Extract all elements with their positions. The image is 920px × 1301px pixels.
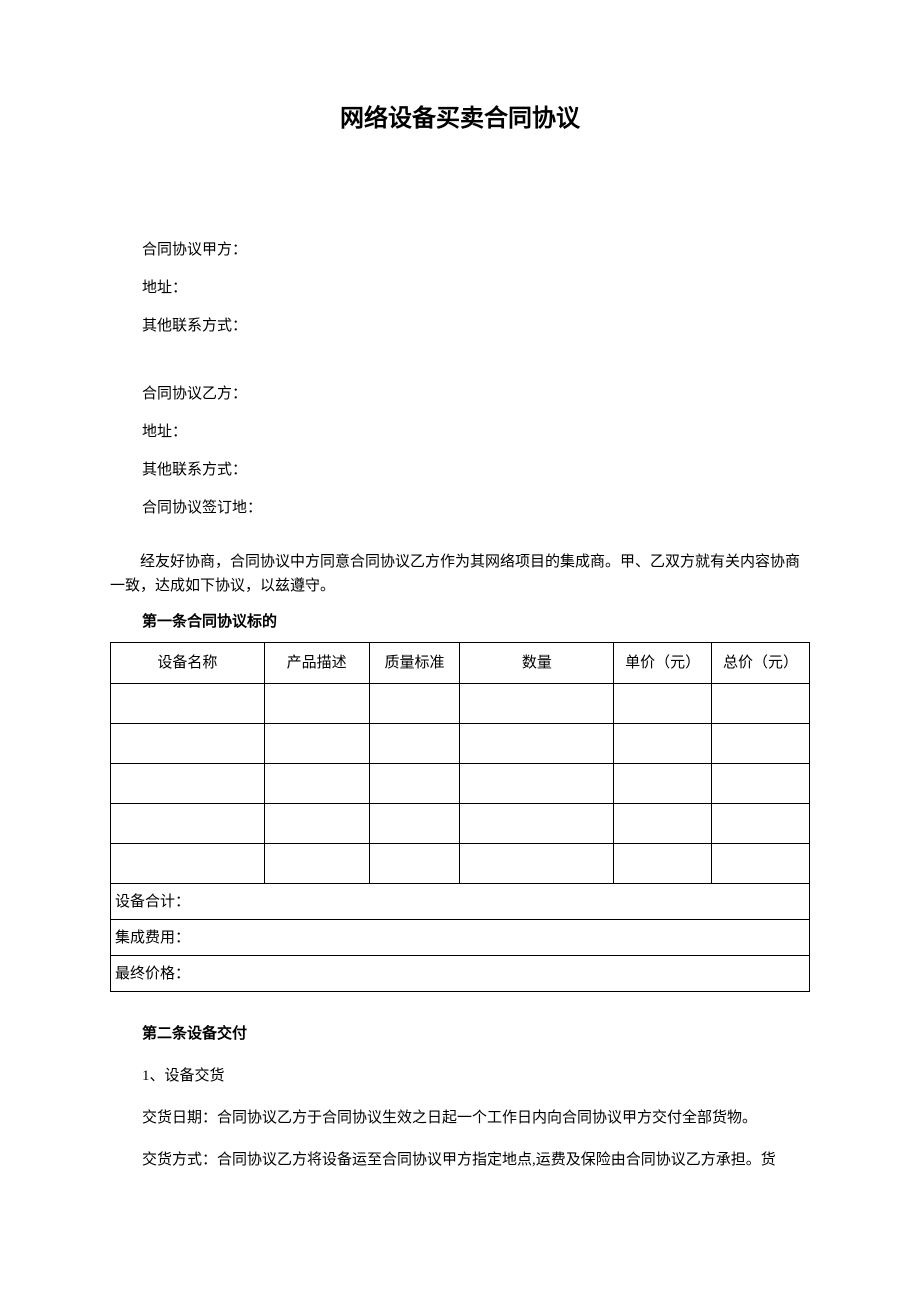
table-row (111, 844, 810, 884)
cell (712, 764, 810, 804)
field-address-a: 地址： (110, 276, 810, 300)
cell (264, 844, 369, 884)
delivery-date-para: 交货日期：合同协议乙方于合同协议生效之日起一个工作日内向合同协议甲方交付全部货物… (110, 1106, 810, 1130)
field-party-b: 合同协议乙方： (110, 382, 810, 406)
cell (614, 764, 712, 804)
header-unit-price: 单价（元） (614, 643, 712, 684)
delivery-method-para: 交货方式：合同协议乙方将设备运至合同协议甲方指定地点,运费及保险由合同协议乙方承… (110, 1148, 810, 1172)
cell (111, 764, 265, 804)
cell (460, 804, 614, 844)
section-1-heading: 第一条合同协议标的 (110, 610, 810, 634)
cell (264, 764, 369, 804)
summary-row-total: 设备合计： (111, 884, 810, 920)
cell (369, 724, 460, 764)
cell (614, 724, 712, 764)
table-header-row: 设备名称 产品描述 质量标准 数量 单价（元） 总价（元） (111, 643, 810, 684)
equipment-table: 设备名称 产品描述 质量标准 数量 单价（元） 总价（元） (110, 642, 810, 992)
section-2-item-1: 1、设备交货 (110, 1064, 810, 1088)
equipment-total: 设备合计： (111, 884, 810, 920)
document-title: 网络设备买卖合同协议 (110, 100, 810, 138)
field-sign-place: 合同协议签订地： (110, 496, 810, 520)
cell (264, 684, 369, 724)
cell (460, 724, 614, 764)
header-product-desc: 产品描述 (264, 643, 369, 684)
table-row (111, 724, 810, 764)
header-equipment-name: 设备名称 (111, 643, 265, 684)
summary-row-integration: 集成费用： (111, 920, 810, 956)
table-row (111, 804, 810, 844)
field-contact-b: 其他联系方式： (110, 458, 810, 482)
cell (712, 724, 810, 764)
cell (111, 804, 265, 844)
cell (264, 804, 369, 844)
cell (712, 684, 810, 724)
cell (460, 844, 614, 884)
cell (111, 684, 265, 724)
cell (369, 764, 460, 804)
intro-paragraph: 经友好协商，合同协议中方同意合同协议乙方作为其网络项目的集成商。甲、乙双方就有关… (110, 550, 810, 598)
cell (111, 844, 265, 884)
cell (111, 724, 265, 764)
section-2-heading: 第二条设备交付 (110, 1022, 810, 1046)
header-total-price: 总价（元） (712, 643, 810, 684)
final-price: 最终价格： (111, 956, 810, 992)
cell (460, 764, 614, 804)
table-row (111, 684, 810, 724)
cell (614, 684, 712, 724)
cell (712, 804, 810, 844)
cell (712, 844, 810, 884)
cell (614, 844, 712, 884)
summary-row-final: 最终价格： (111, 956, 810, 992)
cell (264, 724, 369, 764)
cell (369, 684, 460, 724)
field-party-a: 合同协议甲方： (110, 238, 810, 262)
table-row (111, 764, 810, 804)
field-address-b: 地址： (110, 420, 810, 444)
header-quality: 质量标准 (369, 643, 460, 684)
cell (614, 804, 712, 844)
cell (369, 844, 460, 884)
field-contact-a: 其他联系方式： (110, 314, 810, 338)
cell (369, 804, 460, 844)
cell (460, 684, 614, 724)
integration-fee: 集成费用： (111, 920, 810, 956)
header-quantity: 数量 (460, 643, 614, 684)
